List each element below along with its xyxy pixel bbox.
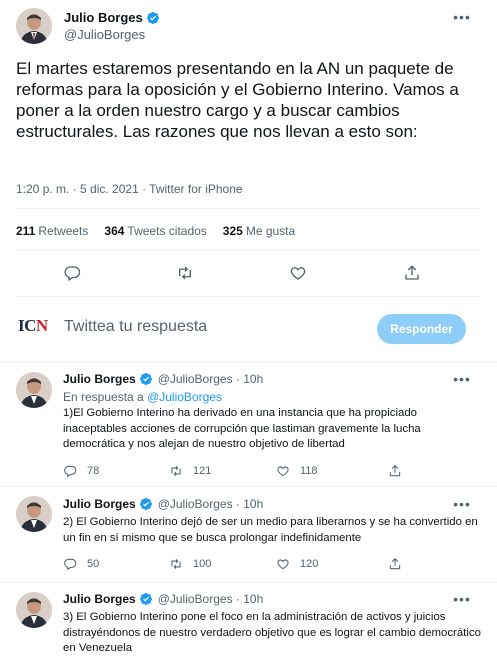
reply-tweet[interactable]: Julio Borges @JulioBorges · 10h ••• En r… — [0, 362, 497, 486]
divider — [16, 250, 481, 251]
verified-badge-icon — [139, 592, 153, 606]
likes-stat[interactable]: 325 Me gusta — [223, 224, 295, 238]
like-count: 120 — [300, 558, 319, 570]
reply-button[interactable]: Responder — [377, 314, 466, 344]
reply-header: Julio Borges @JulioBorges · 10h — [63, 372, 263, 386]
share-icon[interactable] — [403, 264, 421, 282]
retweet-icon[interactable] — [176, 264, 194, 282]
like-icon — [277, 559, 289, 570]
author-handle[interactable]: @JulioBorges · 10h — [158, 592, 264, 606]
verified-badge-icon — [139, 497, 153, 511]
share-action[interactable] — [388, 557, 412, 571]
verified-badge-icon — [146, 11, 160, 25]
verified-badge-icon — [139, 372, 153, 386]
reply-count: 78 — [87, 465, 100, 477]
reply-tweet[interactable]: Julio Borges @JulioBorges · 10h ••• 3) E… — [0, 582, 497, 659]
reply-composer: ICN Twittea tu respuesta Responder — [0, 302, 497, 354]
tweet-text: El martes estaremos presentando en la AN… — [16, 59, 459, 141]
reply-header: Julio Borges @JulioBorges · 10h — [63, 592, 263, 606]
author-name-row[interactable]: Julio Borges — [64, 10, 160, 25]
author-display-name[interactable]: Julio Borges — [63, 592, 136, 606]
reply-action[interactable]: 78 — [63, 464, 99, 478]
author-display-name[interactable]: Julio Borges — [63, 497, 136, 511]
like-count: 118 — [300, 465, 318, 477]
divider — [16, 208, 481, 209]
in-reply-handle-link[interactable]: @JulioBorges — [147, 390, 222, 404]
retweet-icon — [171, 558, 181, 570]
tweet-timestamp[interactable]: 1:20 p. m. · 5 dic. 2021 · Twitter for i… — [16, 182, 243, 196]
reply-actions: 50 100 120 — [63, 557, 463, 573]
author-display-name[interactable]: Julio Borges — [63, 372, 136, 386]
more-options-icon[interactable]: ••• — [452, 496, 472, 512]
reply-action[interactable]: 50 — [63, 557, 99, 571]
more-options-icon[interactable]: ••• — [452, 591, 472, 607]
retweet-count: 100 — [193, 558, 212, 570]
more-options-icon[interactable]: ••• — [452, 371, 472, 387]
like-icon — [277, 466, 289, 477]
user-avatar-logo[interactable]: ICN — [18, 316, 54, 338]
reply-text: 1)El Gobierno Interino ha derivado en un… — [63, 407, 421, 450]
reply-text: 3) El Gobierno Interino pone el foco en … — [63, 611, 481, 654]
retweets-stat[interactable]: 211 Retweets — [16, 224, 88, 238]
author-display-name[interactable]: Julio Borges — [64, 10, 143, 25]
reply-input[interactable]: Twittea tu respuesta — [64, 318, 207, 336]
quote-tweets-stat[interactable]: 364 Tweets citados — [104, 224, 206, 238]
avatar[interactable] — [16, 8, 52, 44]
reply-text: 2) El Gobierno Interino dejó de ser un m… — [63, 516, 478, 544]
reply-icon — [64, 558, 77, 571]
tweet-stats: 211 Retweets 364 Tweets citados 325 Me gust… — [16, 224, 295, 238]
reply-tweet[interactable]: Julio Borges @JulioBorges · 10h ••• 2) E… — [0, 486, 497, 582]
tweet-actions — [0, 262, 497, 284]
reply-icon[interactable] — [63, 264, 81, 282]
reply-icon — [64, 465, 77, 478]
in-reply-to: En respuesta a @JulioBorges — [63, 390, 222, 404]
reply-actions: 78 121 118 — [63, 464, 463, 480]
retweet-icon — [171, 465, 181, 477]
like-action[interactable]: 118 — [276, 464, 318, 478]
reply-header: Julio Borges @JulioBorges · 10h — [63, 497, 263, 511]
avatar[interactable] — [16, 592, 52, 628]
author-handle[interactable]: @JulioBorges · 10h — [158, 372, 264, 386]
retweet-count: 121 — [193, 465, 212, 477]
avatar[interactable] — [16, 372, 52, 408]
more-options-icon[interactable]: ••• — [452, 9, 472, 25]
retweet-action[interactable]: 121 — [169, 464, 211, 478]
share-icon — [389, 558, 401, 570]
share-icon — [389, 465, 401, 477]
retweet-action[interactable]: 100 — [169, 557, 211, 571]
reply-count: 50 — [87, 558, 100, 570]
author-handle[interactable]: @JulioBorges — [64, 27, 145, 42]
avatar[interactable] — [16, 496, 52, 532]
share-action[interactable] — [388, 464, 412, 478]
like-icon[interactable] — [289, 264, 307, 282]
author-handle[interactable]: @JulioBorges · 10h — [158, 497, 264, 511]
like-action[interactable]: 120 — [276, 557, 318, 571]
divider — [16, 296, 481, 297]
